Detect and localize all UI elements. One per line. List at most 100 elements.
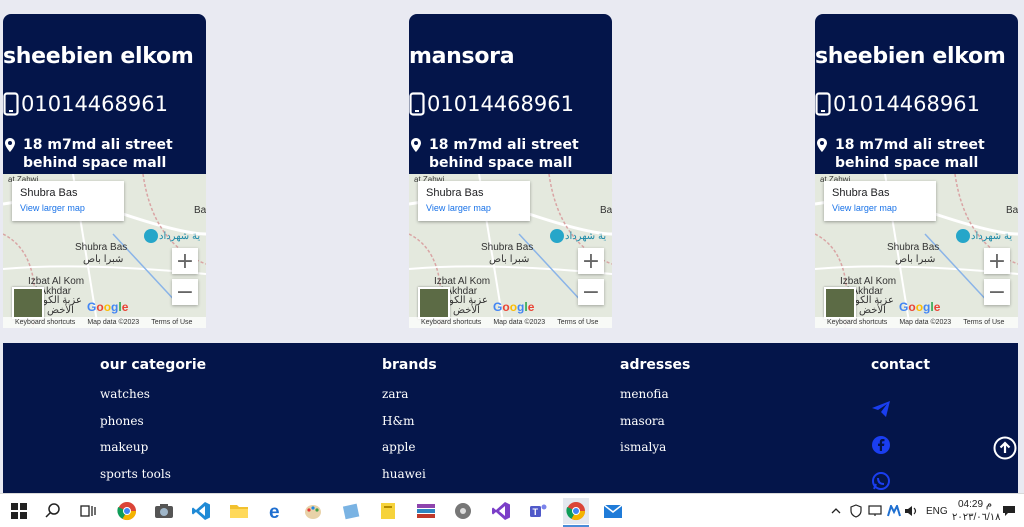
location-pin-icon [5,138,15,152]
google-logo: Google [493,300,535,314]
store-card: mansora 01014468961 18 m7md ali street b… [409,14,612,328]
mobile-phone-icon [409,92,425,116]
footer-contact: contact [871,357,930,507]
address-text: 18 m7md ali street behind space mall [23,137,173,171]
map-village-label-ar: الأخض [859,305,886,316]
task-view-icon[interactable] [75,498,101,524]
edge-icon[interactable]: e [263,498,289,524]
store-name: sheebien elkom [815,44,1006,69]
windows-start-icon[interactable] [6,498,32,524]
map-town-label: Shubra Bas [887,242,940,253]
category-link[interactable]: makeup [100,440,206,467]
footer-heading: contact [871,357,931,373]
map-poi-label: ية شهرداد [159,231,201,242]
address-text: 18 m7md ali street behind space mall [835,137,985,171]
zoom-out-button[interactable]: − [984,279,1010,305]
view-larger-map-link[interactable]: View larger map [426,203,491,213]
google-map-embed[interactable]: at Zahwi Ba ية شهرداد Shubra Bas View la… [3,174,206,328]
scroll-to-top-button[interactable] [993,436,1017,460]
location-pin-icon [411,138,421,152]
google-logo: Google [899,300,941,314]
address-link[interactable]: masora [620,414,690,441]
terms-link[interactable]: Terms of Use [557,319,598,326]
windows-taskbar: e T ENG 04:29 م ٢٠٢٣/٠٦/١٨ [0,493,1024,527]
brand-link[interactable]: apple [382,440,437,467]
view-larger-map-link[interactable]: View larger map [20,203,85,213]
media-player-icon[interactable] [450,498,476,524]
address-link[interactable]: ismalya [620,440,690,467]
sticky-notes-icon[interactable] [375,498,401,524]
notes-app-icon[interactable] [338,498,364,524]
map-place-card: Shubra Bas View larger map [418,181,530,221]
input-language[interactable]: ENG [926,506,948,517]
mobile-phone-icon [3,92,19,116]
phone-number: 01014468961 [833,92,980,116]
google-map-embed[interactable]: at Zahwi Ba ية شهرداد Shubra Bas View la… [409,174,612,328]
map-place-name: Shubra Bas [832,187,890,199]
map-place-name: Shubra Bas [20,187,78,199]
clock-time[interactable]: 04:29 م [958,499,992,510]
map-village-label-ar: الأخض [47,305,74,316]
store-name: mansora [409,44,515,69]
zoom-in-button[interactable]: + [578,248,604,274]
footer-addresses: adresses menofia masora ismalya [620,357,690,467]
paint-icon[interactable] [300,498,326,524]
camera-icon[interactable] [151,498,177,524]
terms-link[interactable]: Terms of Use [963,319,1004,326]
brand-link[interactable]: zara [382,387,437,414]
chrome-icon[interactable] [114,498,140,524]
search-icon[interactable] [40,498,66,524]
shield-icon[interactable] [847,498,865,524]
teams-icon[interactable]: T [525,498,551,524]
facebook-icon[interactable] [871,435,891,455]
terms-link[interactable]: Terms of Use [151,319,192,326]
keyboard-shortcuts-link[interactable]: Keyboard shortcuts [421,319,481,326]
map-town-label: Shubra Bas [481,242,534,253]
satellite-toggle[interactable] [418,287,450,319]
brand-link[interactable]: huawei [382,467,437,494]
category-link[interactable]: phones [100,414,206,441]
category-link[interactable]: watches [100,387,206,414]
map-data-label: Map data ©2023 [87,319,140,326]
map-footer: Keyboard shortcuts Map data ©2023 Terms … [815,317,1018,328]
brand-link[interactable]: H&m [382,414,437,441]
phone-number: 01014468961 [21,92,168,116]
clock-date[interactable]: ٢٠٢٣/٠٦/١٨ [952,512,1001,523]
map-data-label: Map data ©2023 [493,319,546,326]
zoom-out-button[interactable]: − [172,279,198,305]
whatsapp-icon[interactable] [871,471,891,491]
chrome-active-icon[interactable] [563,498,589,524]
location-pin-icon [817,138,827,152]
store-phone: 01014468961 [815,92,980,116]
store-card: sheebien elkom 01014468961 18 m7md ali s… [3,14,206,328]
category-link[interactable]: sports tools [100,467,206,494]
google-map-embed[interactable]: at Zahwi Ba ية شهرداد Shubra Bas View la… [815,174,1018,328]
network-icon[interactable] [866,498,884,524]
vscode-icon[interactable] [188,498,214,524]
zoom-in-button[interactable]: + [172,248,198,274]
footer-heading: adresses [620,357,691,373]
keyboard-shortcuts-link[interactable]: Keyboard shortcuts [827,319,887,326]
map-data-label: Map data ©2023 [899,319,952,326]
view-larger-map-link[interactable]: View larger map [832,203,897,213]
mail-icon[interactable] [600,498,626,524]
zoom-out-button[interactable]: − [578,279,604,305]
keyboard-shortcuts-link[interactable]: Keyboard shortcuts [15,319,75,326]
address-link[interactable]: menofia [620,387,690,414]
satellite-toggle[interactable] [12,287,44,319]
map-poi-label: ية شهرداد [565,231,607,242]
notifications-icon[interactable] [998,498,1020,524]
map-poi-label: ية شهرداد [971,231,1013,242]
app-tray-icon[interactable] [885,498,903,524]
map-village-label-ar: الأخض [453,305,480,316]
zoom-in-button[interactable]: + [984,248,1010,274]
archive-icon[interactable] [413,498,439,524]
satellite-toggle[interactable] [824,287,856,319]
map-place-card: Shubra Bas View larger map [824,181,936,221]
visual-studio-icon[interactable] [488,498,514,524]
telegram-icon[interactable] [871,399,891,419]
file-explorer-icon[interactable] [226,498,252,524]
chevron-up-icon[interactable] [828,498,844,524]
volume-icon[interactable] [903,498,921,524]
svg-text:T: T [533,507,539,517]
